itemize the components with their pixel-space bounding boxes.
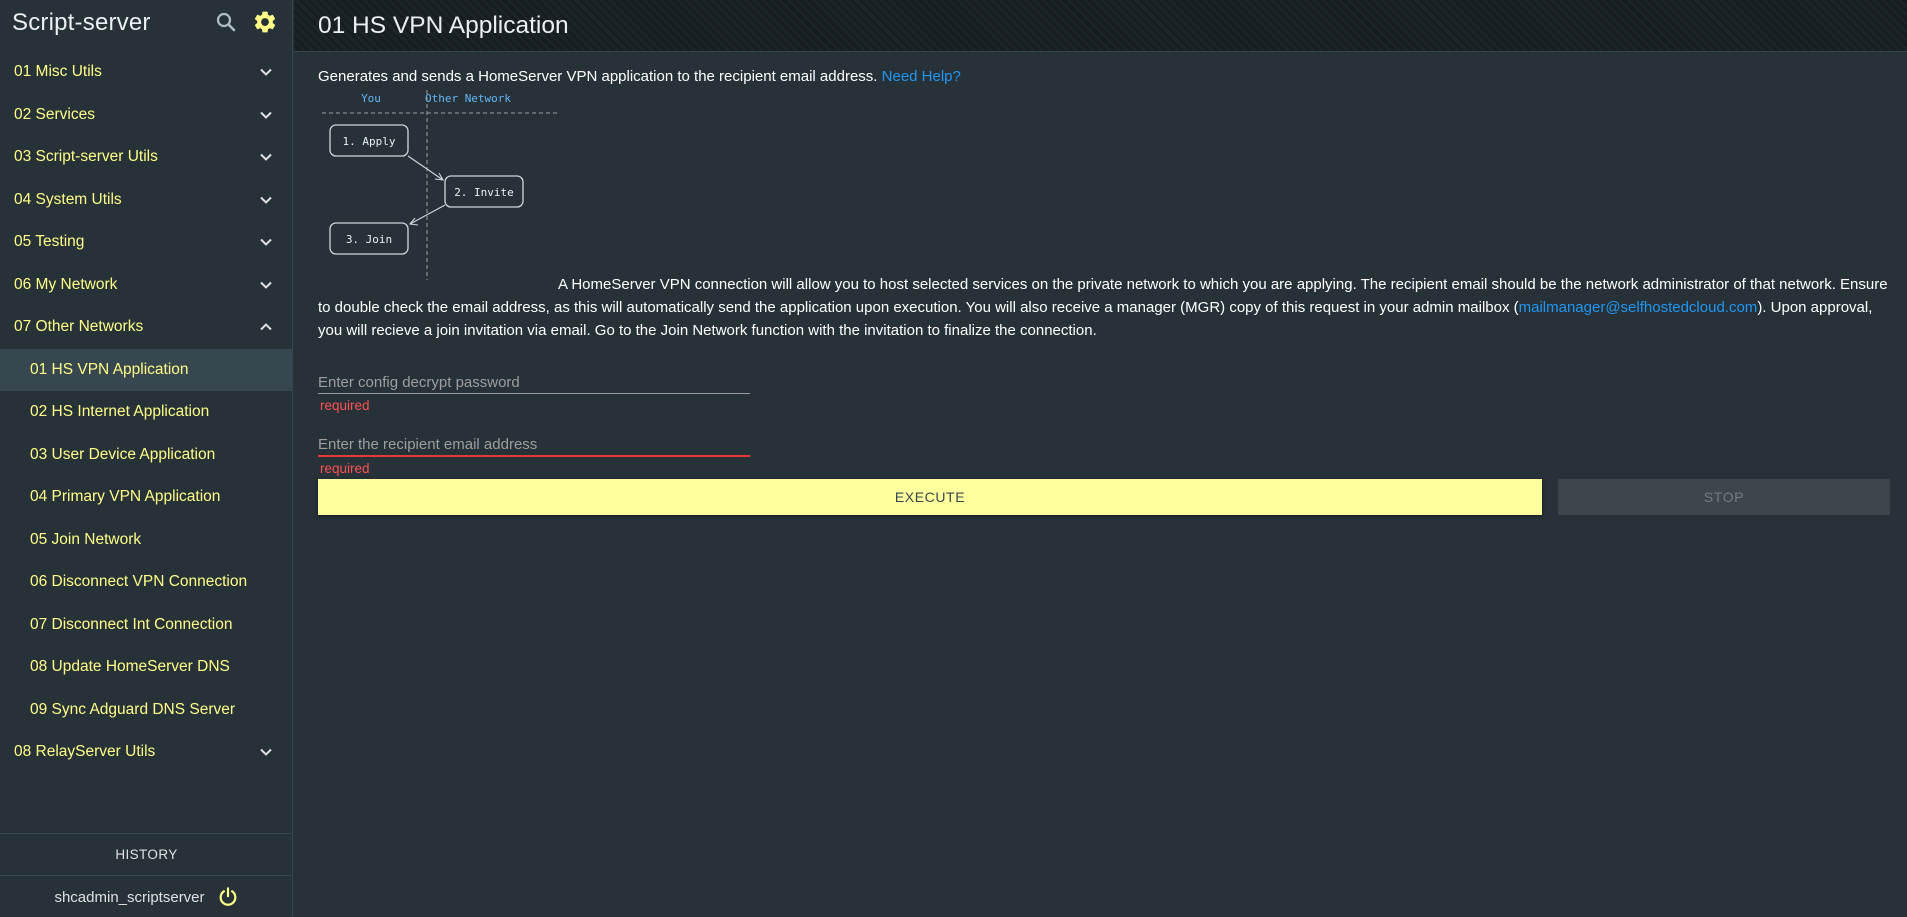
recipient-email-field: required (318, 432, 750, 476)
sidebar-item-label: 09 Sync Adguard DNS Server (30, 700, 236, 718)
execute-button[interactable]: EXECUTE (318, 479, 1542, 515)
sidebar-item-update-homeserver-dns[interactable]: 08 Update HomeServer DNS (0, 646, 293, 689)
chevron-down-icon (260, 749, 272, 757)
user-panel: shcadmin_scriptserver (0, 876, 293, 917)
sidebar-item-disconnect-vpn-connection[interactable]: 06 Disconnect VPN Connection (0, 561, 293, 604)
power-icon[interactable] (217, 886, 239, 908)
sidebar-item-primary-vpn-application[interactable]: 04 Primary VPN Application (0, 476, 293, 519)
page-title: 01 HS VPN Application (318, 11, 569, 39)
sidebar-item-label: 05 Join Network (30, 530, 142, 548)
sidebar-group-my-network[interactable]: 06 My Network (0, 264, 293, 307)
sidebar-item-join-network[interactable]: 05 Join Network (0, 519, 293, 562)
sidebar-header: Script-server (0, 0, 292, 45)
diagram-step-join: 3. Join (346, 233, 392, 246)
sidebar-item-label: 01 HS VPN Application (30, 360, 189, 378)
script-description: Generates and sends a HomeServer VPN app… (318, 66, 1890, 88)
sidebar-group-label: 04 System Utils (14, 190, 122, 208)
app-title: Script-server (12, 8, 151, 36)
password-error: required (320, 398, 370, 413)
sidebar-item-user-device-application[interactable]: 03 User Device Application (0, 434, 293, 477)
sidebar-group-services[interactable]: 02 Services (0, 94, 293, 137)
config-password-input[interactable] (318, 370, 750, 394)
sidebar-group-label: 01 Misc Utils (14, 63, 102, 81)
chevron-down-icon (260, 111, 272, 119)
sidebar-group-misc-utils[interactable]: 01 Misc Utils (0, 51, 293, 94)
search-icon[interactable] (214, 10, 238, 34)
sidebar-group-other-networks[interactable]: 07 Other Networks (0, 306, 293, 349)
username: shcadmin_scriptserver (54, 888, 205, 906)
diagram-col-other: Other Network (425, 92, 511, 105)
sidebar-group-label: 05 Testing (14, 233, 85, 251)
script-info-paragraph: A HomeServer VPN connection will allow y… (318, 273, 1890, 342)
sidebar-footer: HISTORY shcadmin_scriptserver (0, 833, 293, 917)
sidebar-item-label: 02 HS Internet Application (30, 403, 210, 421)
sidebar-item-label: 03 User Device Application (30, 445, 216, 463)
chevron-down-icon (260, 154, 272, 162)
sidebar-item-hs-vpn-application[interactable]: 01 HS VPN Application (0, 348, 293, 391)
sidebar-group-label: 06 My Network (14, 275, 118, 293)
chevron-down-icon (260, 196, 272, 204)
sidebar-list: 01 Misc Utils 02 Services 03 Script-serv… (0, 51, 293, 774)
mailmanager-email-link[interactable]: mailmanager@selfhostedcloud.com (1519, 299, 1758, 316)
chevron-up-icon (260, 323, 272, 331)
sidebar-group-relayserver-utils[interactable]: 08 RelayServer Utils (0, 731, 293, 774)
email-error: required (320, 461, 370, 476)
sidebar-group-label: 02 Services (14, 105, 95, 123)
sidebar-group-label: 07 Other Networks (14, 318, 144, 336)
vpn-flow-diagram: You Other Network 1. Apply 2. Invite 3. … (322, 90, 558, 280)
sidebar-group-label: 08 RelayServer Utils (14, 743, 156, 761)
sidebar: Script-server 01 Misc Utils 02 Services … (0, 0, 293, 917)
sidebar-group-system-utils[interactable]: 04 System Utils (0, 179, 293, 222)
sidebar-item-label: 07 Disconnect Int Connection (30, 615, 233, 633)
sidebar-item-label: 04 Primary VPN Application (30, 488, 221, 506)
config-password-field: required (318, 370, 750, 413)
script-panel: Generates and sends a HomeServer VPN app… (318, 66, 1890, 515)
diagram-col-you: You (361, 92, 381, 105)
sidebar-item-sync-adguard-dns-server[interactable]: 09 Sync Adguard DNS Server (0, 689, 293, 732)
recipient-email-input[interactable] (318, 432, 750, 457)
sidebar-item-label: 06 Disconnect VPN Connection (30, 573, 248, 591)
sidebar-group-script-server-utils[interactable]: 03 Script-server Utils (0, 136, 293, 179)
chevron-down-icon (260, 239, 272, 247)
stop-button[interactable]: STOP (1558, 479, 1890, 515)
history-button[interactable]: HISTORY (0, 834, 293, 876)
chevron-down-icon (260, 69, 272, 77)
diagram-step-apply: 1. Apply (343, 135, 396, 148)
sidebar-item-label: 08 Update HomeServer DNS (30, 658, 230, 676)
intro-text: Generates and sends a HomeServer VPN app… (318, 68, 878, 85)
gear-icon[interactable] (252, 9, 278, 35)
need-help-link[interactable]: Need Help? (882, 68, 961, 85)
sidebar-item-disconnect-int-connection[interactable]: 07 Disconnect Int Connection (0, 604, 293, 647)
sidebar-group-testing[interactable]: 05 Testing (0, 221, 293, 264)
chevron-down-icon (260, 281, 272, 289)
sidebar-group-label: 03 Script-server Utils (14, 148, 158, 166)
page-header: 01 HS VPN Application (294, 0, 1907, 52)
diagram-step-invite: 2. Invite (454, 186, 514, 199)
sidebar-item-hs-internet-application[interactable]: 02 HS Internet Application (0, 391, 293, 434)
